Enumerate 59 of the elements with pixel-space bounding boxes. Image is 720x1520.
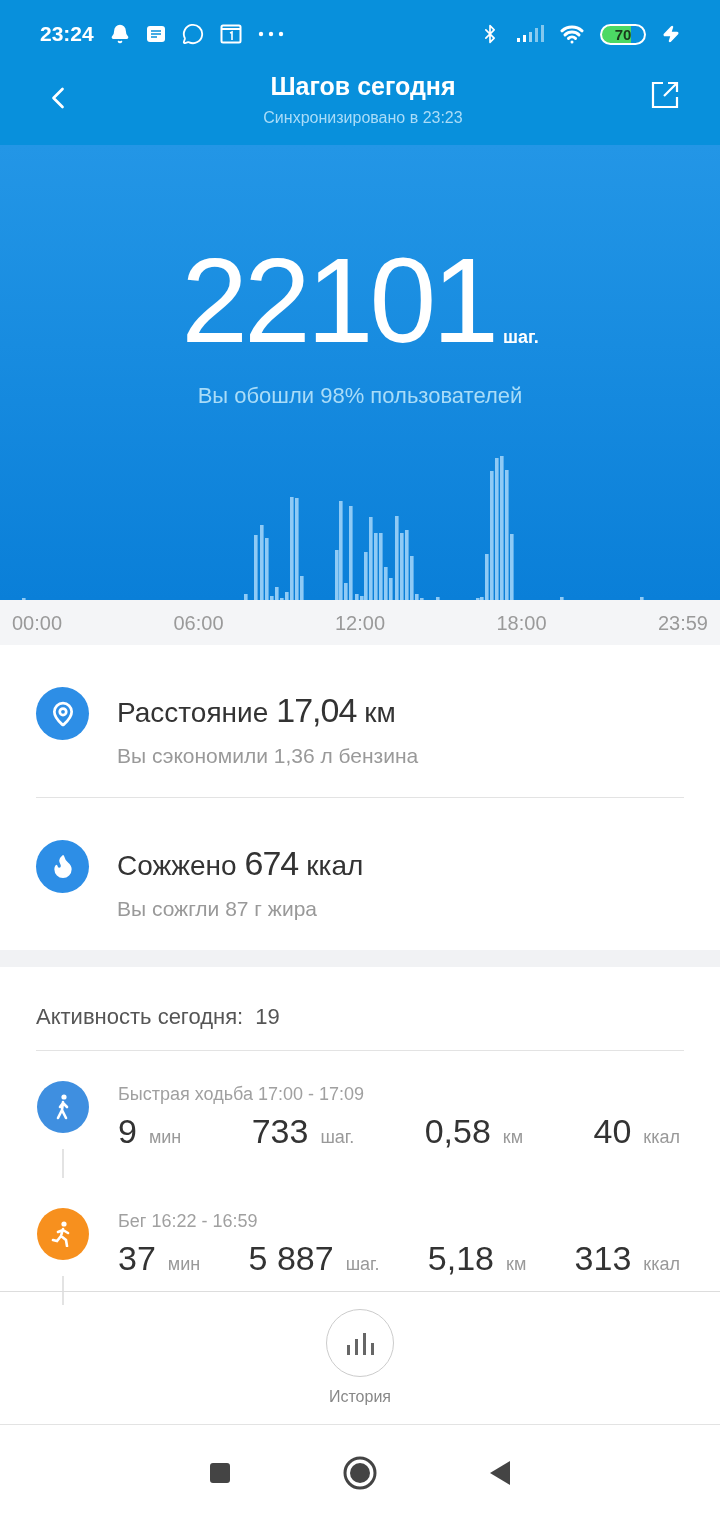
step-bar [640,597,644,600]
metric-value: 40 [593,1112,632,1150]
stat-note: Вы сэкономили 1,36 л бензина [117,743,419,769]
stat-unit: ккал [306,848,364,883]
message-icon [145,25,166,43]
share-icon [650,80,680,110]
metric-unit: шаг. [345,1253,380,1276]
stat-label: Расстояние [117,696,269,730]
signal-bars-icon [516,25,544,43]
stat-value: 17,04 [276,690,357,731]
metric-unit: ккал [643,1253,680,1276]
activity-label: Активность сегодня: [36,1003,244,1031]
metric-value: 5 887 [248,1239,334,1277]
percentile-caption: Вы обошли 98% пользователей [197,382,523,410]
stat-unit: км [364,696,396,730]
time-axis-label: 18:00 [496,610,547,636]
charging-bolt-icon [662,25,680,43]
step-bar [254,535,258,600]
metric-unit: км [502,1126,524,1149]
bar-chart-icon [345,1331,375,1355]
step-bar [436,597,440,600]
activity-title: Быстрая ходьба 17:00 - 17:09 [118,1083,366,1106]
activity-count: 19 [255,1003,280,1031]
metric-value: 5,18 [427,1239,494,1277]
step-bar [560,597,564,600]
metric-unit: км [506,1253,527,1276]
home-button[interactable] [342,1454,378,1491]
calendar-icon [219,24,242,44]
history-label: История [328,1387,391,1407]
stat-value: 674 [244,842,299,884]
bell-icon [109,24,130,44]
more-dots-icon [257,31,284,37]
metric-unit: мин [148,1126,182,1149]
metric-value: 733 [251,1112,309,1150]
metric-value: 0,58 [424,1112,491,1150]
recent-apps-button[interactable] [208,1460,232,1485]
metric-value: 313 [574,1239,632,1277]
metric-unit: мин [167,1253,201,1276]
status-time: 23:24 [40,21,94,48]
time-axis-label: 23:59 [657,610,708,636]
time-axis-label: 12:00 [334,610,386,636]
chat-bubble-icon [181,23,204,45]
battery-indicator: 70 [600,23,646,45]
metric-value: 9 [118,1112,137,1150]
page-title: Шагов сегодня [270,71,456,102]
stat-note: Вы сожгли 87 г жира [117,895,318,922]
sync-status: Синхронизировано в 23:23 [263,107,463,128]
share-button[interactable] [650,80,680,110]
time-axis-label: 06:00 [173,610,224,636]
metric-value: 37 [118,1239,156,1277]
step-bar [244,594,248,600]
activity-title: Бег 16:22 - 16:59 [118,1210,259,1233]
stat-label: Сожжено [117,848,237,883]
back-nav-button[interactable] [488,1459,512,1486]
metric-unit: шаг. [320,1126,355,1149]
step-unit: шаг. [503,326,539,349]
step-count: 22101 [181,245,495,355]
time-axis-label: 00:00 [12,610,63,636]
metric-unit: ккал [643,1126,680,1149]
